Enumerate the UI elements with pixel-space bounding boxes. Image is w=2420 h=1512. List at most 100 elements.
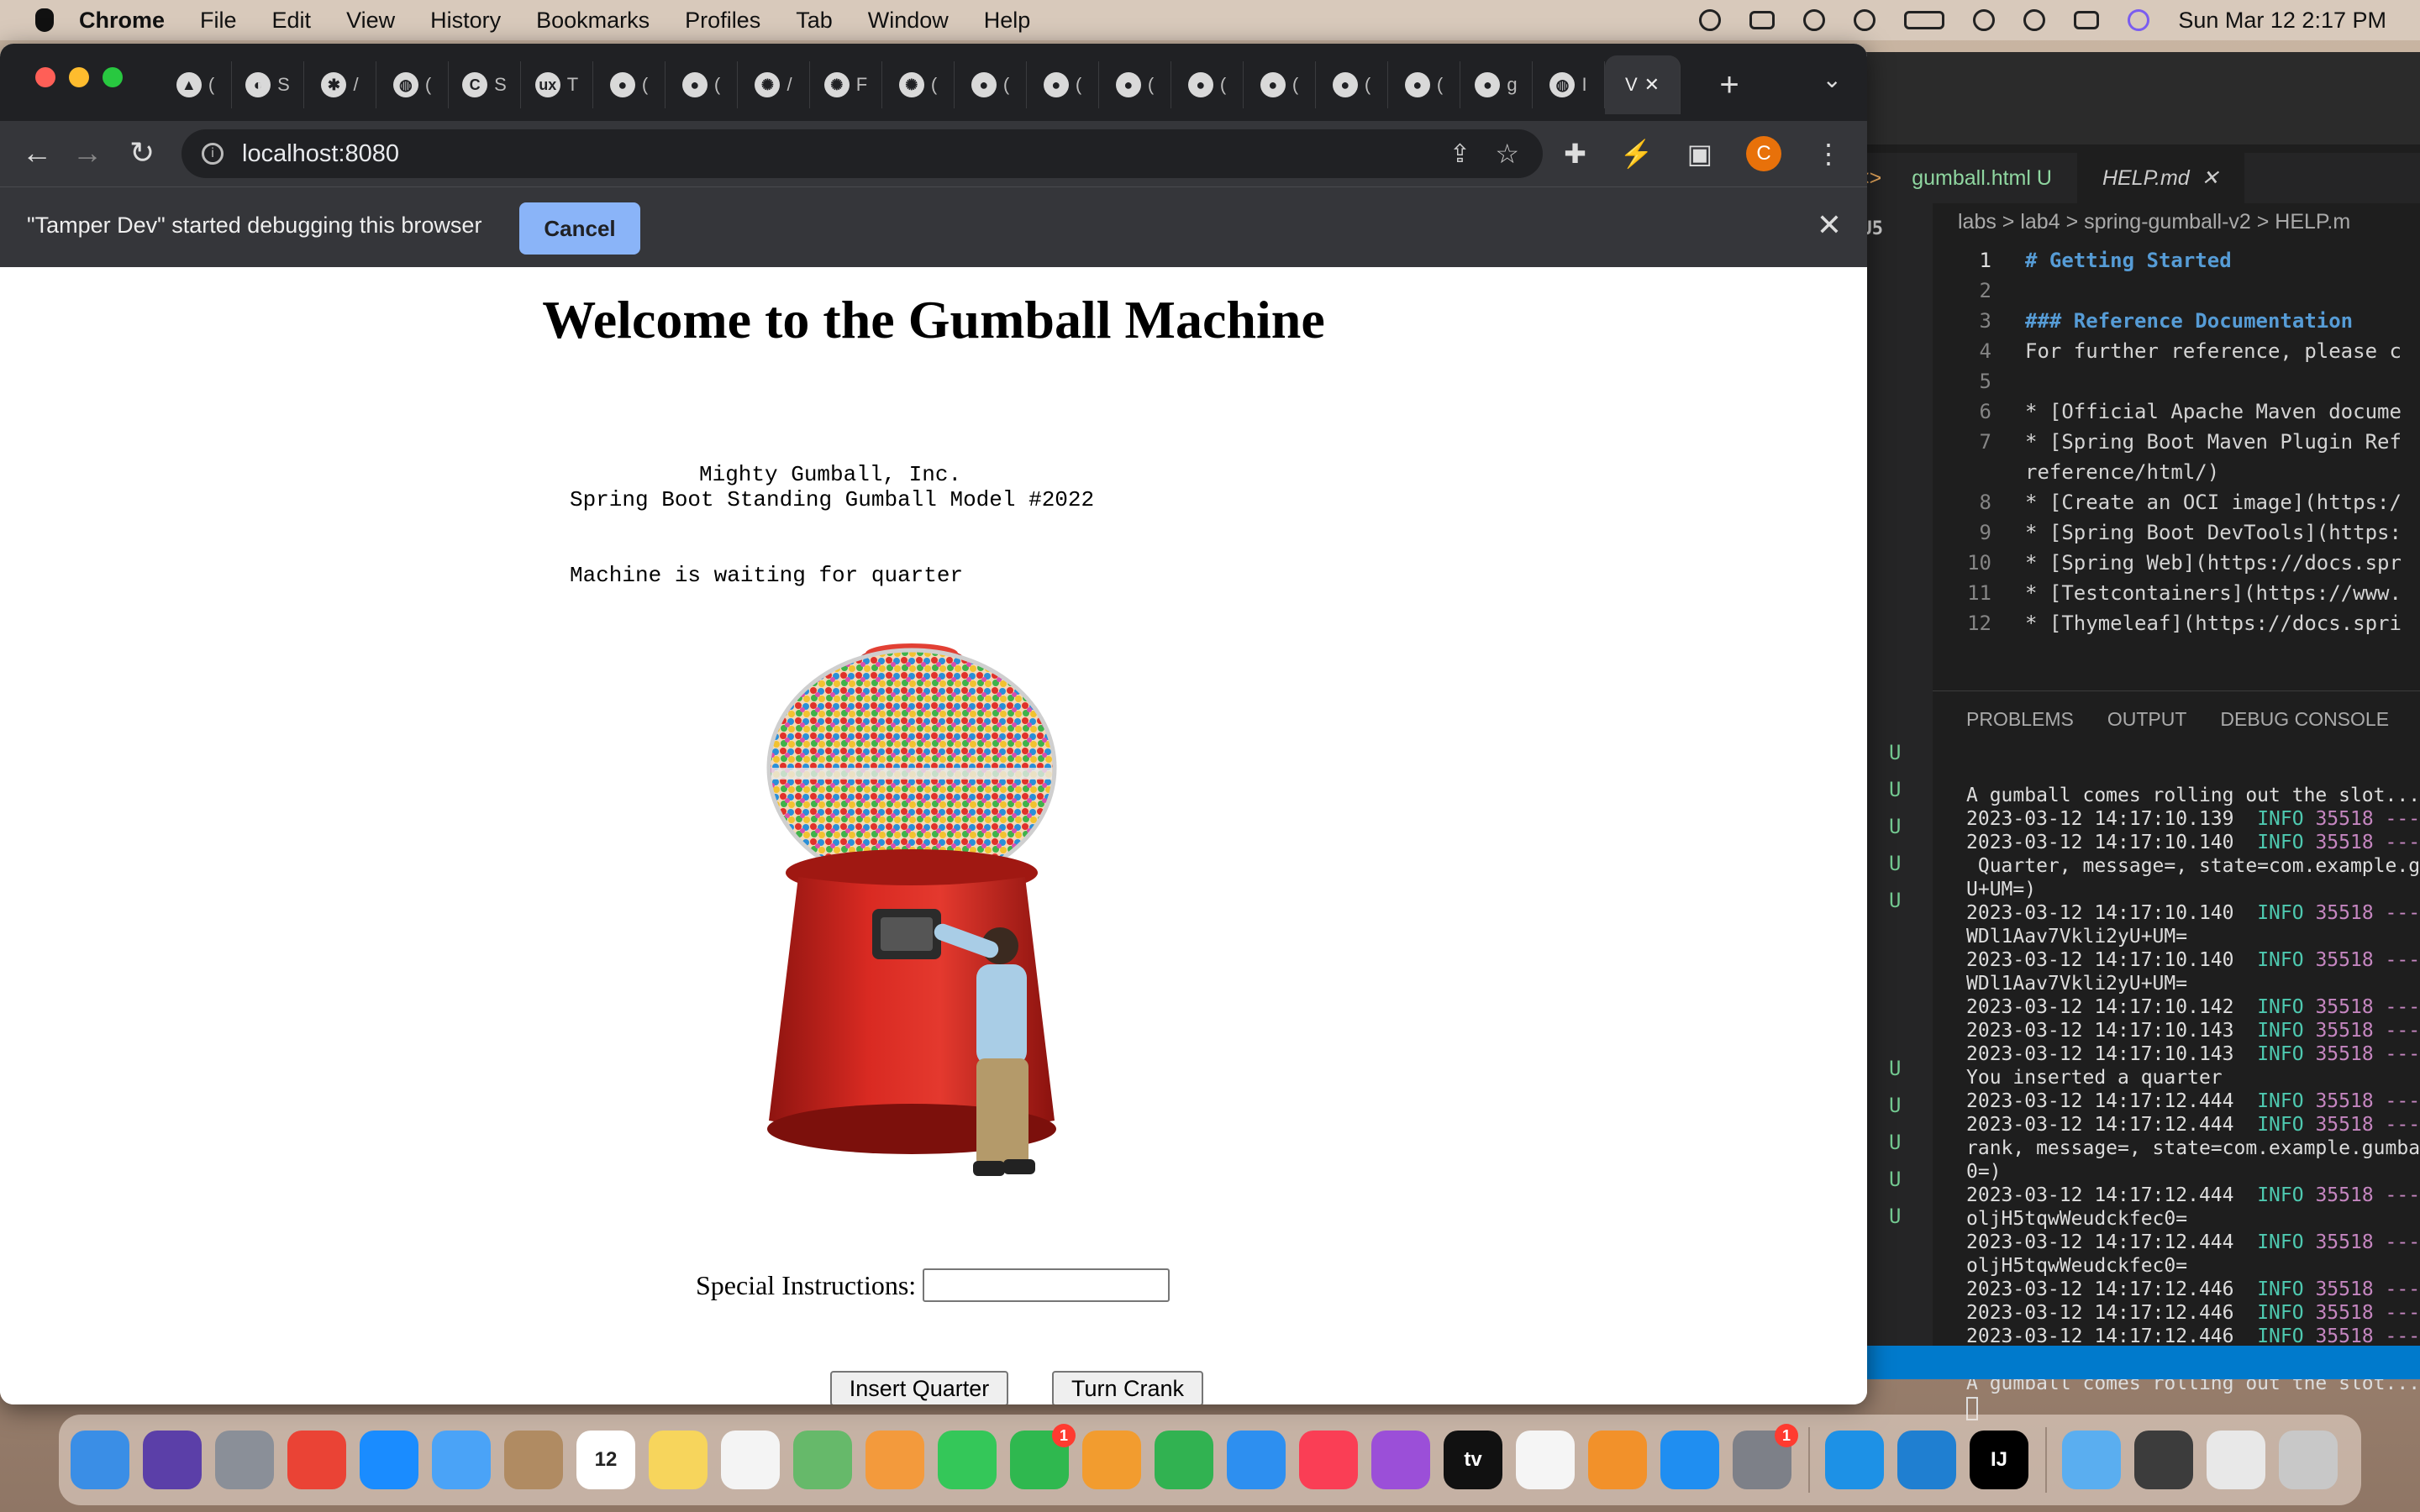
bookmark-star-icon[interactable]: ☆	[1495, 138, 1519, 170]
tab-output[interactable]: OUTPUT	[2107, 708, 2187, 731]
facetime-icon[interactable]: 1	[1010, 1424, 1076, 1489]
music-icon[interactable]	[1299, 1431, 1358, 1489]
numbers-icon[interactable]	[1155, 1431, 1213, 1489]
browser-tab[interactable]: ▲(	[160, 61, 232, 108]
breadcrumb[interactable]: labs > lab4 > spring-gumball-v2 > HELP.m	[1958, 210, 2350, 234]
forward-arrow-icon[interactable]: →	[72, 136, 103, 170]
close-icon[interactable]: ✕	[2202, 165, 2219, 191]
downloads-folder-icon[interactable]	[2062, 1431, 2121, 1489]
menu-app-name[interactable]: Chrome	[79, 8, 165, 34]
app-store-icon[interactable]	[1660, 1431, 1719, 1489]
vscode-tab-gumball[interactable]: gumball.html U	[1886, 166, 2077, 191]
apple-tv-icon[interactable]: tv	[1444, 1431, 1502, 1489]
zoom-window-button[interactable]	[103, 67, 123, 87]
browser-tab[interactable]: ✺ F	[810, 61, 882, 108]
site-info-icon[interactable]: i	[202, 143, 224, 165]
system-settings-icon[interactable]: 1	[1733, 1424, 1798, 1489]
turn-crank-button[interactable]: Turn Crank	[1052, 1371, 1203, 1404]
browser-tab-active[interactable]: V ✕	[1605, 55, 1681, 114]
apple-menu-icon[interactable]	[35, 8, 54, 32]
special-instructions-input[interactable]	[923, 1268, 1170, 1302]
browser-tab[interactable]: ◐ S	[232, 61, 304, 108]
contacts-icon[interactable]	[504, 1431, 563, 1489]
siri-icon[interactable]	[143, 1431, 202, 1489]
url-text[interactable]: localhost:8080	[242, 140, 399, 168]
podcasts-icon[interactable]	[1371, 1431, 1430, 1489]
news-icon[interactable]	[1516, 1431, 1575, 1489]
docker-icon[interactable]	[1825, 1431, 1884, 1489]
mail-icon[interactable]	[432, 1431, 491, 1489]
browser-tab[interactable]: ux T	[521, 61, 593, 108]
airdrop-icon[interactable]	[1854, 9, 1876, 31]
siri-icon[interactable]	[2128, 9, 2150, 31]
spotlight-search-icon[interactable]	[2023, 9, 2046, 31]
tab-problems[interactable]: PROBLEMS	[1966, 708, 2074, 731]
browser-tab[interactable]: ●(	[666, 61, 738, 108]
extensions-puzzle-icon[interactable]: ✚	[1564, 138, 1586, 170]
bluetooth-icon[interactable]	[1803, 9, 1826, 31]
menu-tab[interactable]: Tab	[796, 8, 833, 34]
browser-tab[interactable]: ●(	[1027, 61, 1099, 108]
close-icon[interactable]: ✕	[1644, 74, 1660, 96]
control-center-icon[interactable]	[2074, 11, 2100, 29]
finder-icon[interactable]	[71, 1431, 129, 1489]
maps-icon[interactable]	[793, 1431, 852, 1489]
browser-tab[interactable]: ●(	[1316, 61, 1388, 108]
pages-icon[interactable]	[1082, 1431, 1141, 1489]
recent-window-icon[interactable]	[2207, 1431, 2265, 1489]
wifi-icon[interactable]	[1973, 9, 1996, 31]
battery-icon[interactable]	[1904, 11, 1945, 29]
browser-tab[interactable]: ●(	[1244, 61, 1316, 108]
minimize-window-button[interactable]	[69, 67, 89, 87]
chrome-menu-icon[interactable]: ⋮	[1815, 138, 1842, 170]
trash-icon[interactable]	[2279, 1431, 2338, 1489]
launchpad-icon[interactable]	[215, 1431, 274, 1489]
menu-help[interactable]: Help	[984, 8, 1031, 34]
address-bar[interactable]: i localhost:8080 ⇪ ☆	[182, 129, 1543, 178]
vscode-icon[interactable]	[1897, 1431, 1956, 1489]
calendar-icon[interactable]: 12	[576, 1431, 635, 1489]
profile-avatar[interactable]: C	[1746, 136, 1781, 171]
reload-icon[interactable]: ↻	[129, 136, 155, 170]
browser-tab[interactable]: CS	[449, 61, 521, 108]
new-tab-plus-icon[interactable]: +	[1704, 66, 1754, 104]
memory-icon[interactable]	[1749, 11, 1776, 29]
close-icon[interactable]: ✕	[1817, 207, 1842, 243]
browser-tab[interactable]: ●(	[1171, 61, 1244, 108]
menu-file[interactable]: File	[200, 8, 237, 34]
notes-icon[interactable]	[649, 1431, 708, 1489]
menu-bookmarks[interactable]: Bookmarks	[536, 8, 650, 34]
weather-icon[interactable]	[1699, 9, 1722, 31]
messages-icon[interactable]	[938, 1431, 997, 1489]
browser-tab[interactable]: ●(	[593, 61, 666, 108]
extension-icon[interactable]: ⚡	[1620, 138, 1654, 170]
reminders-icon[interactable]	[721, 1431, 780, 1489]
share-icon[interactable]: ⇪	[1449, 139, 1470, 169]
menu-window[interactable]: Window	[868, 8, 949, 34]
browser-tab[interactable]: ●(	[1099, 61, 1171, 108]
vscode-editor[interactable]: 1 # Getting Started 2 3 ### Reference Docume…	[1933, 245, 2420, 690]
tab-debug-console[interactable]: DEBUG CONSOLE	[2220, 708, 2389, 731]
browser-tab[interactable]: ✱ /	[304, 61, 376, 108]
books-icon[interactable]	[1588, 1431, 1647, 1489]
back-arrow-icon[interactable]: ←	[22, 136, 52, 170]
side-panel-icon[interactable]: ▣	[1687, 138, 1712, 170]
recent-window-icon[interactable]	[2134, 1431, 2193, 1489]
safari-icon[interactable]	[360, 1431, 418, 1489]
browser-tab[interactable]: ✺ /	[738, 61, 810, 108]
browser-tab[interactable]: ●(	[1388, 61, 1460, 108]
menu-clock[interactable]: Sun Mar 12 2:17 PM	[2178, 8, 2386, 34]
keynote-icon[interactable]	[1227, 1431, 1286, 1489]
intellij-icon[interactable]: IJ	[1970, 1431, 2028, 1489]
browser-tab[interactable]: ◍(	[376, 61, 449, 108]
cancel-debugging-button[interactable]: Cancel	[519, 202, 640, 255]
browser-tab[interactable]: ✺(	[882, 61, 955, 108]
photos-icon[interactable]	[865, 1431, 924, 1489]
browser-tab[interactable]: ● g	[1460, 61, 1533, 108]
close-window-button[interactable]	[35, 67, 55, 87]
browser-tab[interactable]: ●(	[955, 61, 1027, 108]
menu-view[interactable]: View	[346, 8, 395, 34]
menu-edit[interactable]: Edit	[272, 8, 312, 34]
browser-tab[interactable]: ◍ I	[1533, 61, 1605, 108]
vscode-tab-help[interactable]: HELP.md ✕	[2076, 153, 2244, 203]
